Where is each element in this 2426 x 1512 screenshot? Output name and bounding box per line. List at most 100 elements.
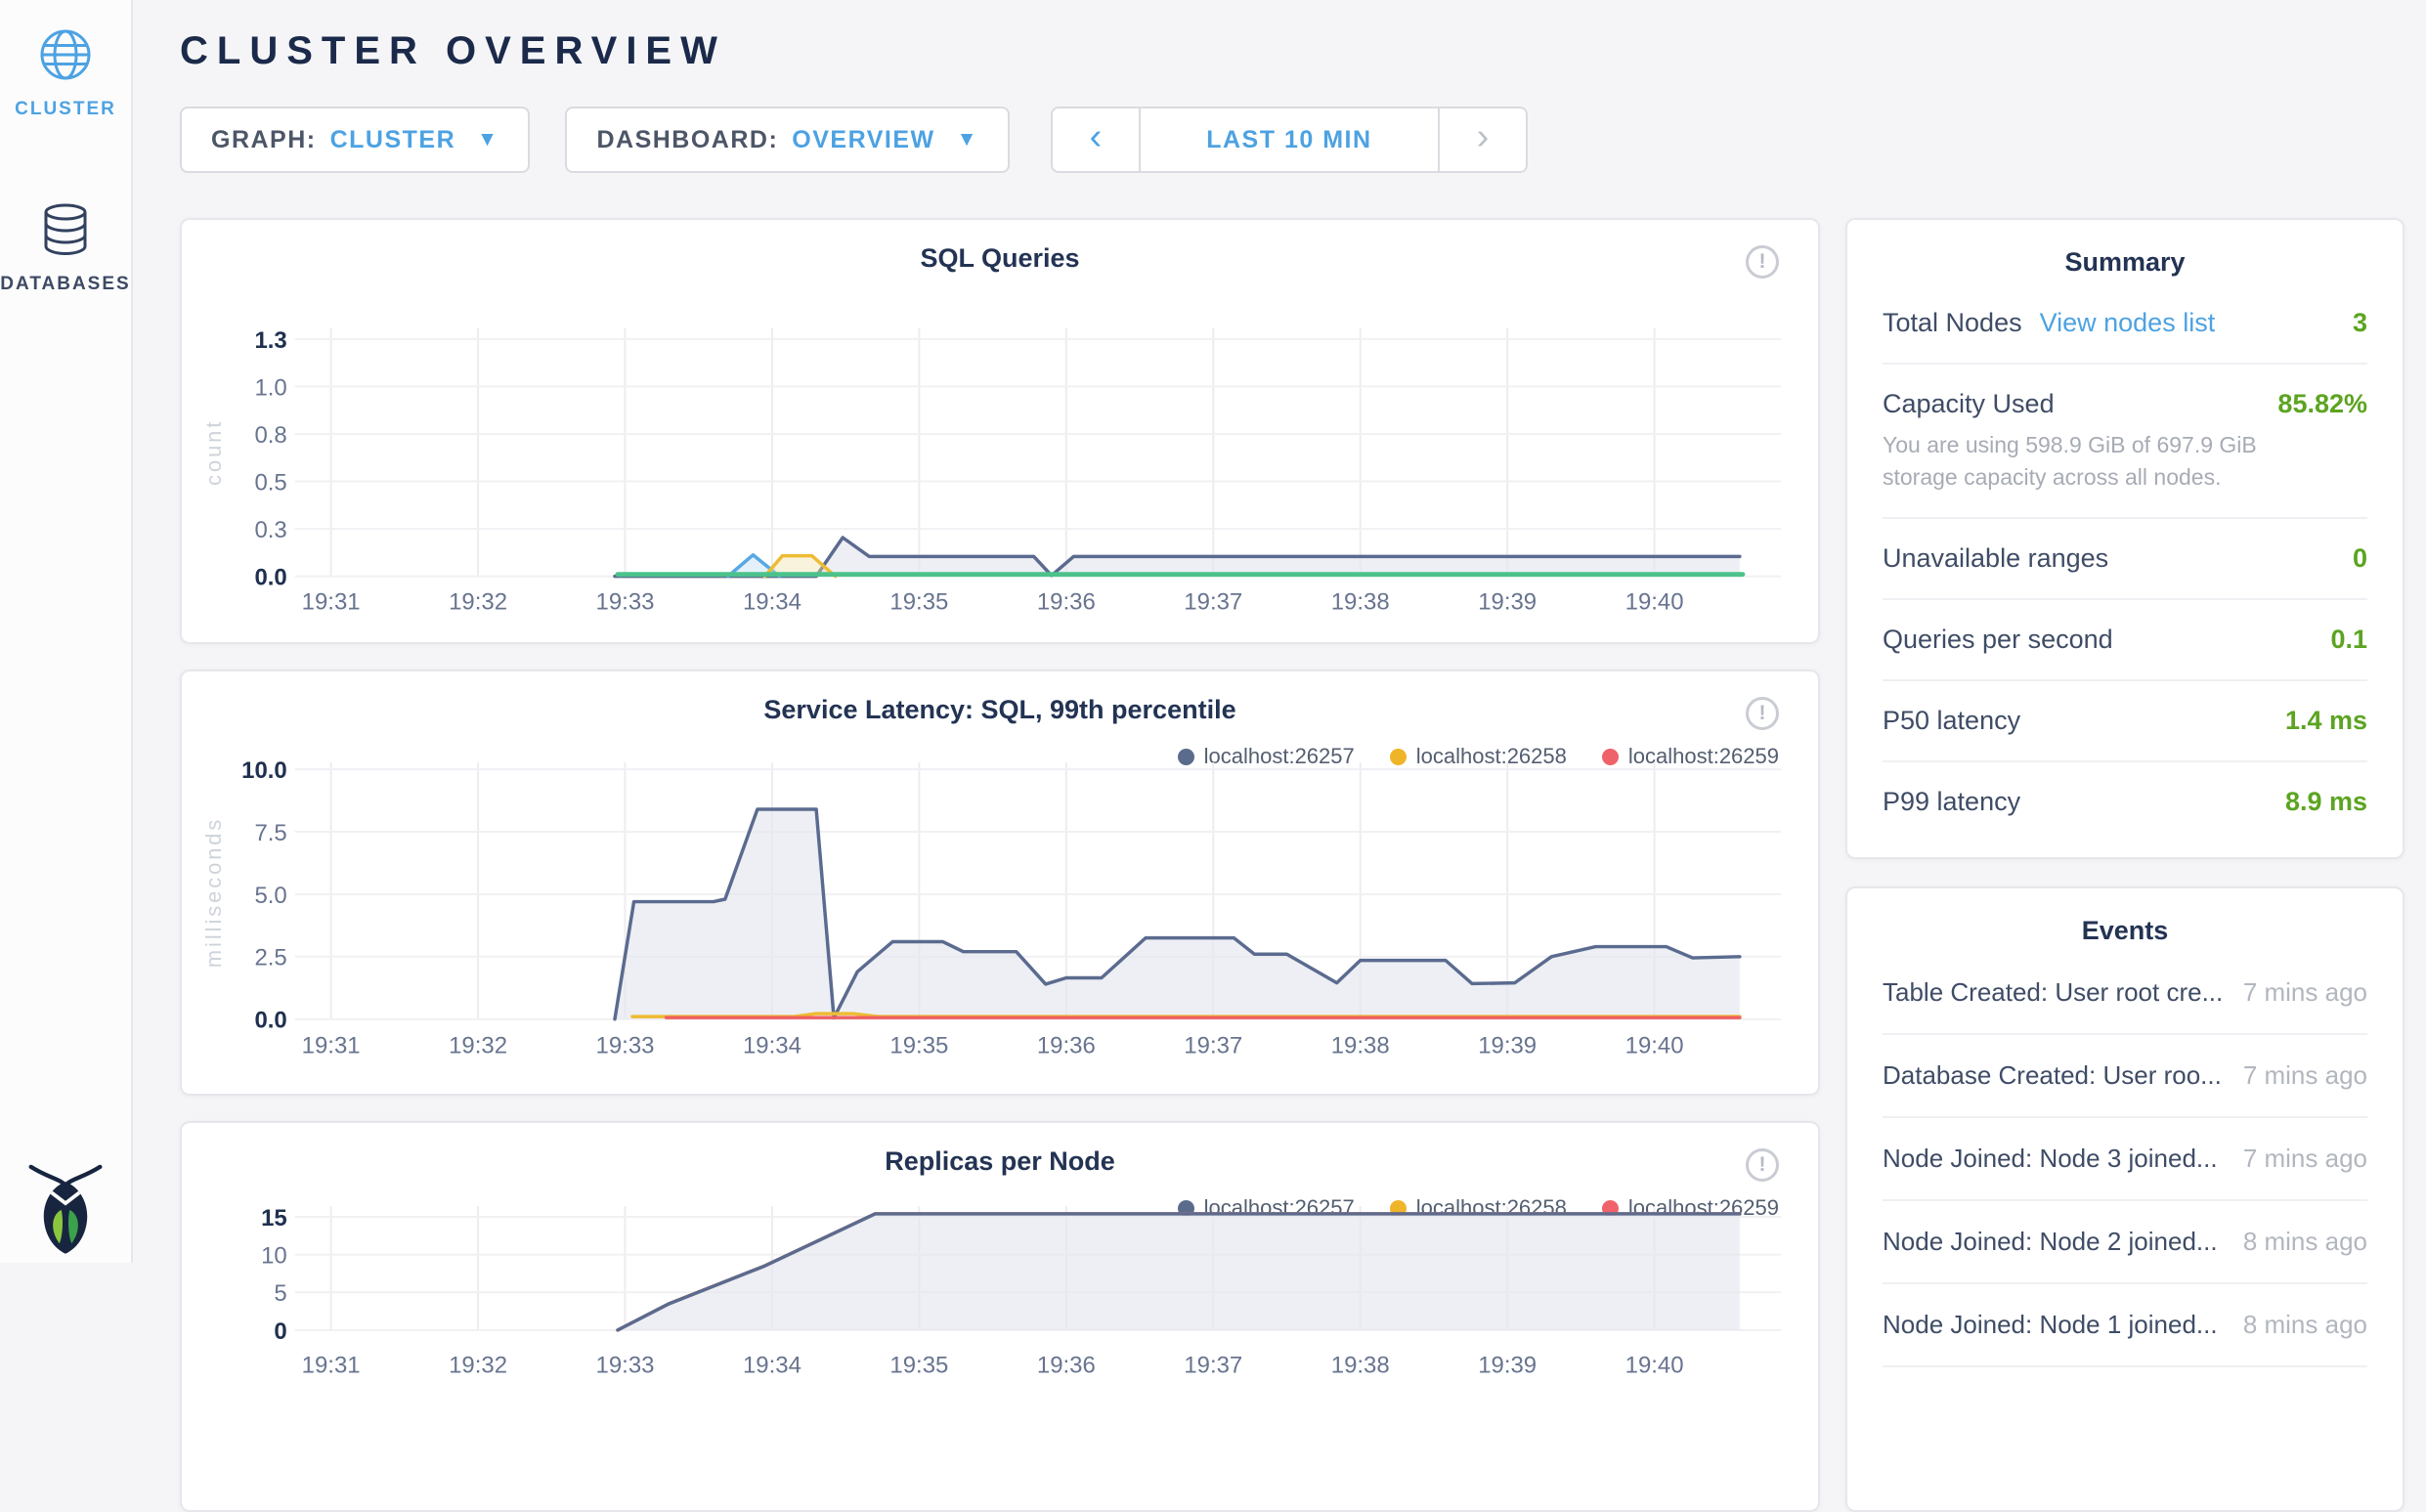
summary-row-label: P99 latency (1883, 787, 2020, 817)
summary-row-qps: Queries per second 0.1 (1883, 600, 2367, 681)
svg-text:milliseconds: milliseconds (201, 817, 226, 968)
event-time: 7 mins ago (2243, 977, 2367, 1008)
view-nodes-list-link[interactable]: View nodes list (2040, 308, 2216, 338)
svg-text:19:33: 19:33 (596, 588, 655, 615)
summary-panel: Summary Total Nodes View nodes list 3 Ca… (1845, 218, 2404, 859)
replicas-per-node-panel: Replicas per Node ! localhost:26257local… (180, 1121, 1820, 1512)
controls-bar: GRAPH: CLUSTER ▼ DASHBOARD: OVERVIEW ▼ ‹… (180, 107, 2426, 173)
event-row: Node Joined: Node 1 joined... 8 mins ago (1883, 1284, 2367, 1367)
event-text: Node Joined: Node 2 joined... (1883, 1227, 2218, 1257)
svg-text:19:31: 19:31 (302, 1353, 361, 1379)
time-back-button[interactable]: ‹ (1053, 108, 1141, 171)
svg-text:19:40: 19:40 (1625, 588, 1684, 615)
globe-icon (38, 27, 93, 87)
svg-text:19:32: 19:32 (449, 1353, 507, 1379)
svg-text:19:35: 19:35 (889, 1032, 948, 1058)
summary-row-p99: P99 latency 8.9 ms (1883, 762, 2367, 842)
time-forward-button[interactable]: › (1438, 108, 1526, 171)
svg-text:19:36: 19:36 (1037, 588, 1096, 615)
event-text: Node Joined: Node 1 joined... (1883, 1310, 2218, 1340)
summary-row-label: Unavailable ranges (1883, 543, 2108, 574)
svg-text:5: 5 (274, 1280, 286, 1307)
svg-text:19:33: 19:33 (596, 1032, 655, 1058)
svg-text:10.0: 10.0 (241, 757, 287, 784)
event-row: Node Joined: Node 3 joined... 7 mins ago (1883, 1118, 2367, 1201)
svg-text:19:38: 19:38 (1331, 1032, 1390, 1058)
svg-text:10: 10 (261, 1243, 287, 1270)
main-content: CLUSTER OVERVIEW GRAPH: CLUSTER ▼ DASHBO… (133, 0, 2426, 1263)
cockroach-logo[interactable] (23, 1157, 108, 1255)
svg-text:0.5: 0.5 (254, 470, 286, 497)
svg-text:19:39: 19:39 (1478, 1032, 1537, 1058)
chevron-down-icon: ▼ (957, 128, 978, 151)
svg-text:19:34: 19:34 (743, 1353, 801, 1379)
svg-text:7.5: 7.5 (254, 820, 286, 846)
summary-body: Total Nodes View nodes list 3 Capacity U… (1847, 280, 2403, 857)
svg-text:1.0: 1.0 (254, 374, 286, 401)
svg-text:5.0: 5.0 (254, 883, 286, 909)
svg-text:19:32: 19:32 (449, 588, 507, 615)
svg-text:19:35: 19:35 (889, 588, 948, 615)
svg-text:19:38: 19:38 (1331, 588, 1390, 615)
charts-column: SQL Queries ! 19:3119:3219:3319:3419:351… (180, 218, 1820, 1512)
dashboard-dropdown-value: OVERVIEW (792, 126, 934, 154)
events-body: Table Created: User root cre... 7 mins a… (1847, 948, 2403, 1383)
svg-text:19:39: 19:39 (1478, 588, 1537, 615)
summary-row-value: 8.9 ms (2285, 787, 2367, 817)
dashboard-content: SQL Queries ! 19:3119:3219:3319:3419:351… (180, 218, 2426, 1512)
svg-text:0.3: 0.3 (254, 517, 286, 543)
svg-text:0: 0 (274, 1318, 286, 1345)
svg-text:19:40: 19:40 (1625, 1353, 1684, 1379)
capacity-caption: You are using 598.9 GiB of 697.9 GiB sto… (1883, 429, 2332, 493)
event-text: Node Joined: Node 3 joined... (1883, 1144, 2218, 1174)
svg-text:19:32: 19:32 (449, 1032, 507, 1058)
summary-row-value: 0.1 (2330, 625, 2367, 655)
time-range-label[interactable]: LAST 10 MIN (1141, 108, 1438, 171)
sql-queries-chart[interactable]: 19:3119:3219:3319:3419:3519:3619:3719:38… (182, 220, 1818, 642)
svg-text:19:39: 19:39 (1478, 1353, 1537, 1379)
summary-row-unavailable-ranges: Unavailable ranges 0 (1883, 519, 2367, 600)
svg-text:19:34: 19:34 (743, 1032, 801, 1058)
event-text: Database Created: User roo... (1883, 1060, 2222, 1091)
graph-dropdown-value: CLUSTER (330, 126, 456, 154)
service-latency-chart[interactable]: 19:3119:3219:3319:3419:3519:3619:3719:38… (182, 671, 1818, 1094)
event-text: Table Created: User root cre... (1883, 977, 2222, 1008)
time-range-picker: ‹ LAST 10 MIN › (1051, 107, 1528, 173)
summary-row-label: P50 latency (1883, 706, 2020, 736)
svg-text:19:37: 19:37 (1184, 1032, 1242, 1058)
graph-dropdown[interactable]: GRAPH: CLUSTER ▼ (180, 107, 530, 173)
svg-text:19:31: 19:31 (302, 588, 361, 615)
svg-text:19:37: 19:37 (1184, 1353, 1242, 1379)
summary-title: Summary (1847, 247, 2403, 278)
events-title: Events (1847, 916, 2403, 946)
summary-row-label: Capacity Used (1883, 389, 2055, 419)
event-time: 8 mins ago (2243, 1227, 2367, 1257)
event-time: 8 mins ago (2243, 1310, 2367, 1340)
summary-row-total-nodes: Total Nodes View nodes list 3 (1883, 283, 2367, 365)
event-time: 7 mins ago (2243, 1060, 2367, 1091)
svg-text:19:33: 19:33 (596, 1353, 655, 1379)
summary-row-value: 85.82% (2277, 389, 2367, 419)
summary-row-label: Queries per second (1883, 625, 2113, 655)
svg-text:15: 15 (261, 1205, 287, 1231)
replicas-per-node-chart[interactable]: 19:3119:3219:3319:3419:3519:3619:3719:38… (182, 1123, 1818, 1510)
summary-row-value: 3 (2353, 308, 2367, 338)
sidebar: CLUSTER DATABASES (0, 0, 133, 1263)
sql-queries-panel: SQL Queries ! 19:3119:3219:3319:3419:351… (180, 218, 1820, 644)
svg-text:0.0: 0.0 (254, 565, 286, 591)
event-time: 7 mins ago (2243, 1144, 2367, 1174)
summary-row-capacity: Capacity Used 85.82% You are using 598.9… (1883, 365, 2367, 519)
summary-row-value: 1.4 ms (2285, 706, 2367, 736)
sidebar-item-cluster[interactable]: CLUSTER (0, 0, 131, 120)
svg-text:1.3: 1.3 (254, 327, 286, 354)
side-column: Summary Total Nodes View nodes list 3 Ca… (1845, 218, 2404, 1512)
event-row: Node Joined: Node 2 joined... 8 mins ago (1883, 1201, 2367, 1284)
dashboard-dropdown[interactable]: DASHBOARD: OVERVIEW ▼ (565, 107, 1009, 173)
svg-text:19:38: 19:38 (1331, 1353, 1390, 1379)
events-panel: Events Table Created: User root cre... 7… (1845, 886, 2404, 1512)
svg-text:19:35: 19:35 (889, 1353, 948, 1379)
sidebar-item-databases[interactable]: DATABASES (0, 175, 131, 295)
summary-row-label: Total Nodes (1883, 308, 2022, 338)
sidebar-item-label: DATABASES (0, 274, 130, 295)
summary-row-value: 0 (2353, 543, 2367, 574)
